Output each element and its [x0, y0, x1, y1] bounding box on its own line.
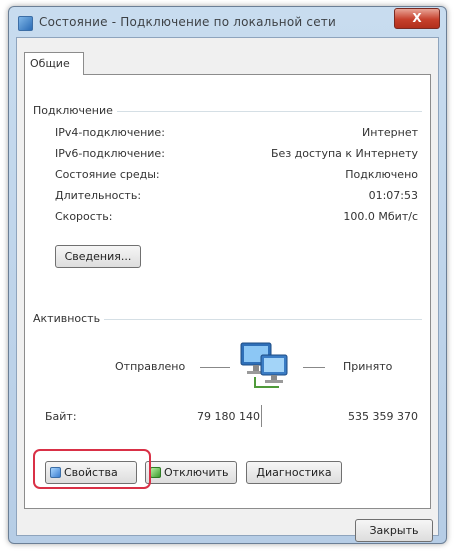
sent-label: Отправлено: [115, 360, 186, 373]
diagnose-button[interactable]: Диагностика: [246, 461, 342, 484]
duration-label: Длительность:: [55, 189, 142, 202]
close-button[interactable]: Закрыть: [355, 519, 433, 542]
network-connection-icon: [18, 16, 33, 31]
ipv4-value: Интернет: [362, 126, 418, 139]
network-computers-icon: [240, 342, 288, 388]
ipv6-label: IPv6-подключение:: [55, 147, 165, 160]
bytes-received-value: 535 359 370: [348, 410, 418, 423]
bytes-sent-value: 79 180 140: [197, 410, 260, 423]
disable-network-icon: [150, 467, 161, 478]
received-label: Принято: [343, 360, 393, 373]
bytes-label: Байт:: [45, 410, 77, 423]
properties-highlight-frame: [33, 449, 151, 489]
disable-button[interactable]: Отключить: [145, 461, 237, 484]
ipv4-label: IPv4-подключение:: [55, 126, 165, 139]
ipv6-value: Без доступа к Интернету: [271, 147, 418, 160]
sent-dash: [200, 367, 230, 368]
tab-panel-general: Подключение IPv4-подключение: Интернет I…: [24, 74, 431, 509]
media-state-value: Подключено: [345, 168, 418, 181]
duration-value: 01:07:53: [368, 189, 418, 202]
received-dash: [303, 367, 325, 368]
window-title: Состояние - Подключение по локальной сет…: [39, 15, 336, 29]
speed-label: Скорость:: [55, 210, 113, 223]
media-state-label: Состояние среды:: [55, 168, 160, 181]
speed-value: 100.0 Мбит/с: [343, 210, 418, 223]
tab-general[interactable]: Общие: [24, 52, 84, 75]
disable-button-label: Отключить: [164, 466, 229, 479]
details-button[interactable]: Сведения...: [55, 245, 141, 268]
bytes-divider: [261, 405, 262, 427]
connection-group-title: Подключение: [33, 104, 117, 117]
close-window-button[interactable]: X: [394, 8, 440, 29]
title-bar[interactable]: Состояние - Подключение по локальной сет…: [9, 7, 446, 37]
activity-group-title: Активность: [33, 312, 105, 325]
